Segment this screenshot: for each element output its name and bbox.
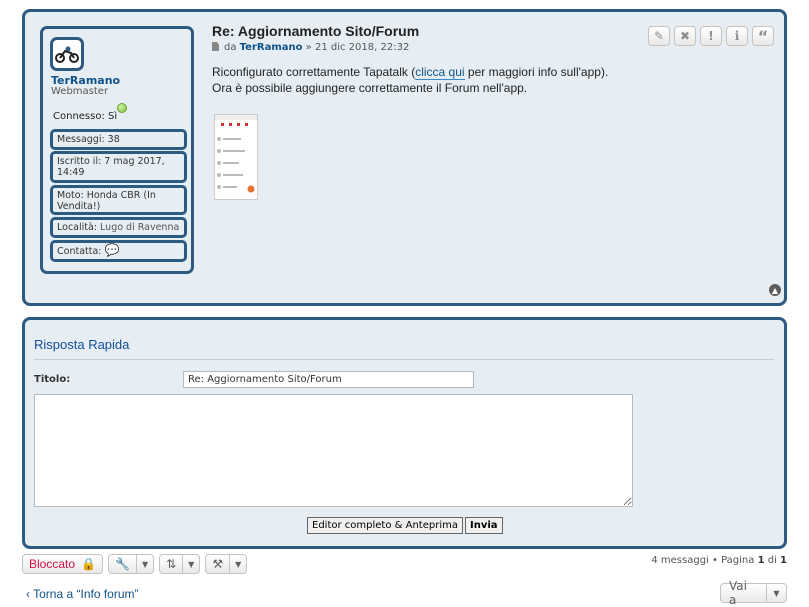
post-title[interactable]: Re: Aggiornamento Sito/Forum [212, 23, 419, 39]
lock-icon: 🔒 [81, 557, 96, 571]
back-to-top-icon[interactable]: ▲ [769, 284, 781, 296]
delete-button[interactable]: ✖ [674, 26, 696, 46]
profile-messages[interactable]: Messaggi: 38 [50, 129, 187, 150]
locked-label: Bloccato [29, 557, 76, 571]
chevron-down-icon: ▼ [135, 555, 153, 573]
content-text-3: Ora è possibile aggiungere correttamente… [212, 81, 528, 95]
pagination-text: 4 messaggi • Pagina [651, 555, 758, 566]
online-icon [117, 103, 127, 113]
post-byline: da TerRamano » 21 dic 2018, 22:32 [212, 42, 409, 53]
tools-dropdown[interactable]: 🔧 ▼ [107, 554, 155, 574]
quote-button[interactable]: “ [752, 26, 774, 46]
sort-dropdown[interactable]: ⇅ ▼ [159, 554, 201, 574]
profile-bike: Moto: Honda CBR (In Vendita!) [50, 185, 187, 215]
subject-input[interactable] [183, 371, 474, 388]
jump-label: Vai a [729, 579, 747, 607]
locked-button[interactable]: Bloccato 🔒 [22, 554, 103, 574]
profile-joined: Iscritto il: 7 mag 2017, 14:49 [50, 151, 187, 183]
profile-location: Località: Lugo di Ravenna [50, 217, 187, 238]
divider [34, 359, 774, 360]
online-label: Connesso: Sì [53, 111, 118, 122]
content-text-1: Riconfigurato correttamente Tapatalk ( [212, 65, 416, 79]
report-button[interactable]: ! [700, 26, 722, 46]
moderation-dropdown[interactable]: ⚒ ▼ [205, 554, 248, 574]
subject-label: Titolo: [34, 374, 71, 385]
post-file-icon[interactable] [212, 42, 219, 51]
full-editor-button[interactable]: Editor completo & Anteprima [307, 517, 463, 534]
chevron-left-icon: ‹ [26, 587, 30, 601]
profile-rank: Webmaster [51, 86, 109, 97]
quote-icon: “ [757, 26, 769, 46]
edit-button[interactable]: ✎ [648, 26, 670, 46]
current-page: 1 [757, 555, 765, 566]
back-link[interactable]: ‹ Torna a “Info forum” [26, 587, 139, 601]
wrench-icon: 🔧 [114, 557, 130, 571]
content-text-2: per maggiori info sull'app). [464, 65, 609, 79]
quick-reply-heading: Risposta Rapida [34, 337, 130, 352]
messages-text: Messaggi: 38 [57, 134, 120, 145]
location-value: Lugo di Ravenna [100, 222, 180, 233]
gavel-icon: ⚒ [212, 557, 224, 571]
sort-icon: ⇅ [166, 557, 177, 571]
topic-toolbar: Bloccato 🔒 🔧 ▼ ⇅ ▼ ⚒ ▼ [22, 554, 248, 574]
submit-button[interactable]: Invia [465, 517, 503, 534]
quick-reply-panel: Risposta Rapida Titolo: Editor completo … [22, 317, 787, 549]
info-button[interactable]: i [726, 26, 748, 46]
online-status: Connesso: Sì [53, 103, 127, 122]
attachment-thumbnail[interactable] [214, 114, 258, 200]
exclamation-icon: ! [708, 29, 714, 43]
post-profile: TerRamano Webmaster Connesso: Sì Messagg… [40, 26, 194, 274]
post: TerRamano Webmaster Connesso: Sì Messagg… [22, 9, 787, 306]
chevron-down-icon: ▼ [229, 555, 246, 573]
post-buttons: ✎ ✖ ! i “ [648, 26, 774, 46]
post-author[interactable]: TerRamano [240, 42, 303, 53]
back-link-label: Torna a “Info forum” [33, 587, 139, 601]
pagination-of: di [764, 555, 781, 566]
byline-prefix: da [224, 42, 237, 53]
info-icon: i [734, 29, 740, 43]
tapatalk-link[interactable]: clicca qui [415, 65, 465, 80]
chevron-down-icon: ▼ [182, 555, 199, 573]
pencil-icon: ✎ [653, 29, 665, 43]
jump-to-dropdown[interactable]: Vai a ▼ [720, 579, 787, 607]
contact-label: Contatta: [57, 246, 102, 257]
post-content: Riconfigurato correttamente Tapatalk (cl… [212, 64, 608, 96]
post-date: » 21 dic 2018, 22:32 [305, 42, 410, 53]
pagination: 4 messaggi • Pagina 1 di 1 [651, 555, 787, 566]
location-label: Località: [57, 222, 98, 233]
close-icon: ✖ [679, 29, 691, 43]
profile-contact[interactable]: Contatta: 💬 [50, 240, 187, 262]
chevron-down-icon: ▼ [766, 584, 786, 602]
message-textarea[interactable] [34, 394, 633, 507]
avatar[interactable] [50, 37, 84, 71]
bike-text: Moto: Honda CBR (In Vendita!) [57, 190, 156, 212]
joined-text: Iscritto il: 7 mag 2017, 14:49 [57, 156, 165, 178]
speech-bubble-icon[interactable]: 💬 [105, 243, 120, 257]
total-pages: 1 [780, 555, 787, 566]
motorbike-icon [55, 46, 79, 63]
